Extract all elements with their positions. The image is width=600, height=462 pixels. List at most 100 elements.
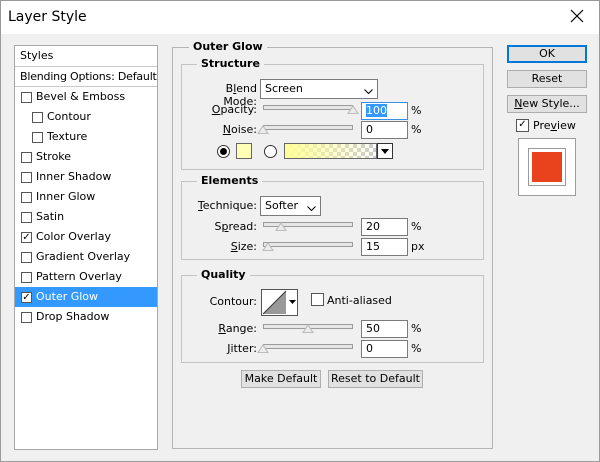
style-item-stroke[interactable]: Stroke (15, 147, 157, 167)
style-preview (518, 138, 576, 196)
reset-button[interactable]: Reset (507, 70, 587, 88)
jitter-slider-track[interactable] (263, 344, 353, 349)
opacity-unit: % (411, 104, 422, 117)
style-item-label: Pattern Overlay (36, 270, 122, 283)
style-item-checkbox[interactable]: ✓ (21, 232, 32, 243)
caret-down-icon (289, 300, 296, 304)
solid-color-radio[interactable] (217, 145, 230, 158)
noise-slider-track[interactable] (263, 125, 353, 130)
blend-mode-select[interactable]: Screen (260, 79, 378, 99)
style-item-checkbox[interactable] (21, 192, 32, 203)
style-item-label: Outer Glow (36, 290, 99, 303)
opacity-slider-thumb[interactable] (347, 105, 359, 114)
style-item-outer-glow[interactable]: ✓ Outer Glow (15, 287, 157, 307)
style-item-checkbox[interactable] (21, 312, 32, 323)
style-item-label: Satin (36, 210, 65, 223)
chevron-down-icon (307, 202, 316, 215)
jitter-slider-thumb[interactable] (257, 344, 269, 353)
close-icon[interactable] (569, 8, 585, 24)
chevron-down-icon (364, 85, 373, 98)
reset-to-default-button[interactable]: Reset to Default (328, 370, 423, 388)
technique-select[interactable]: Softer (260, 196, 321, 216)
styles-header[interactable]: Styles (15, 46, 157, 67)
noise-slider-thumb[interactable] (257, 125, 269, 134)
style-item-inner-glow[interactable]: Inner Glow (15, 187, 157, 207)
style-item-checkbox[interactable] (32, 112, 43, 123)
style-item-contour[interactable]: Contour (15, 107, 157, 127)
style-item-checkbox[interactable]: ✓ (21, 292, 32, 303)
glow-color-swatch[interactable] (236, 143, 252, 159)
preview-swatch (532, 152, 562, 182)
style-item-label: Drop Shadow (36, 310, 110, 323)
style-item-inner-shadow[interactable]: Inner Shadow (15, 167, 157, 187)
caret-down-icon (381, 149, 389, 154)
style-item-label: Color Overlay (36, 230, 111, 243)
structure-title: Structure (197, 57, 264, 70)
contour-label: Contour: (209, 295, 257, 308)
gradient-radio[interactable] (264, 145, 277, 158)
style-item-checkbox[interactable] (21, 252, 32, 263)
title-bar: Layer Style (1, 1, 599, 34)
preview-checkbox[interactable]: ✓ (516, 119, 529, 132)
blend-mode-value: Screen (265, 82, 303, 95)
jitter-unit: % (411, 342, 422, 355)
style-item-color-overlay[interactable]: ✓ Color Overlay (15, 227, 157, 247)
noise-unit: % (411, 123, 422, 136)
style-item-label: Stroke (36, 150, 72, 163)
opacity-slider-track[interactable] (263, 105, 353, 110)
style-item-checkbox[interactable] (21, 152, 32, 163)
style-item-checkbox[interactable] (21, 212, 32, 223)
style-item-checkbox[interactable] (21, 92, 32, 103)
style-item-checkbox[interactable] (32, 132, 43, 143)
styles-list: Styles Blending Options: Default Bevel &… (14, 45, 158, 450)
size-slider-thumb[interactable] (262, 242, 275, 251)
style-item-checkbox[interactable] (21, 172, 32, 183)
spread-unit: % (411, 220, 422, 233)
style-item-pattern-overlay[interactable]: Pattern Overlay (15, 267, 157, 287)
layer-style-dialog: Layer Style Styles Blending Options: Def… (0, 0, 600, 462)
range-unit: % (411, 322, 422, 335)
anti-aliased-label: Anti-aliased (327, 294, 392, 307)
glow-gradient-swatch[interactable] (284, 143, 377, 159)
style-item-texture[interactable]: Texture (15, 127, 157, 147)
size-label: Size: (230, 240, 257, 253)
size-input[interactable]: 15 (361, 238, 408, 256)
spread-input[interactable]: 20 (361, 218, 408, 236)
style-item-bevel-emboss[interactable]: Bevel & Emboss (15, 87, 157, 107)
range-input[interactable]: 50 (361, 320, 408, 338)
range-slider-thumb[interactable] (302, 324, 314, 333)
style-item-satin[interactable]: Satin (15, 207, 157, 227)
range-label: Range: (218, 322, 257, 335)
style-item-label: Texture (47, 130, 88, 143)
style-item-gradient-overlay[interactable]: Gradient Overlay (15, 247, 157, 267)
gradient-dropdown-button[interactable] (377, 143, 393, 159)
style-item-drop-shadow[interactable]: Drop Shadow (15, 307, 157, 327)
ok-button[interactable]: OK (507, 45, 587, 63)
preview-label: Preview (533, 119, 576, 132)
blending-options-item[interactable]: Blending Options: Default (15, 67, 157, 87)
style-item-checkbox[interactable] (21, 272, 32, 283)
style-item-label: Bevel & Emboss (36, 90, 126, 103)
technique-value: Softer (265, 199, 298, 212)
style-item-label: Inner Glow (36, 190, 96, 203)
window-title: Layer Style (8, 9, 87, 25)
jitter-label: Jitter: (227, 342, 257, 355)
opacity-input[interactable]: 100 (361, 102, 408, 120)
contour-picker[interactable] (261, 289, 298, 316)
new-style-button[interactable]: New Style... (507, 95, 587, 113)
quality-title: Quality (197, 268, 250, 281)
spread-label: Spread: (214, 220, 257, 233)
spread-slider-thumb[interactable] (275, 222, 287, 231)
noise-label: Noise: (222, 123, 257, 136)
technique-label: Technique: (197, 199, 257, 212)
elements-title: Elements (197, 174, 263, 187)
size-slider-track[interactable] (263, 242, 353, 247)
jitter-input[interactable]: 0 (361, 340, 408, 358)
style-item-label: Gradient Overlay (36, 250, 131, 263)
style-item-label: Inner Shadow (36, 170, 112, 183)
anti-aliased-checkbox[interactable] (311, 293, 324, 306)
noise-input[interactable]: 0 (361, 121, 408, 139)
size-unit: px (411, 240, 425, 253)
make-default-button[interactable]: Make Default (241, 370, 321, 388)
outer-glow-title: Outer Glow (189, 40, 267, 53)
